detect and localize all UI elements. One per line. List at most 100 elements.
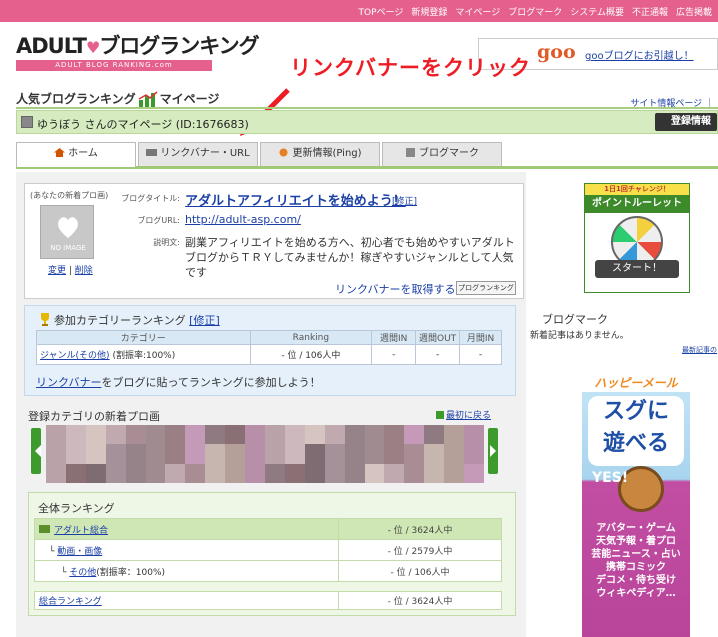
nav-register[interactable]: 新規登録 [411,5,447,18]
blog-title-edit-link[interactable]: [修正] [392,194,417,207]
blog-thumbnail[interactable] [264,425,285,445]
blog-thumbnail[interactable] [424,463,445,483]
nav-report[interactable]: 不正通報 [632,5,668,18]
blog-thumbnail[interactable] [105,444,126,464]
goo-move-link[interactable]: gooブログにお引越し！ [585,47,694,62]
tab-ping[interactable]: 更新情報(Ping) [260,142,380,166]
blog-thumbnail[interactable] [145,444,166,464]
blog-thumbnail[interactable] [85,463,106,483]
blog-thumbnail[interactable] [284,463,305,483]
blog-thumbnail[interactable] [324,463,345,483]
image-change-link[interactable]: 変更 [48,266,66,276]
blog-thumbnail[interactable] [444,463,465,483]
blog-thumbnail[interactable] [85,444,106,464]
blog-thumbnail[interactable] [46,444,66,464]
category-link[interactable]: ジャンル(その他) [40,351,110,361]
blog-thumbnail[interactable] [284,444,305,464]
other-link[interactable]: その他 [69,568,96,578]
nav-ads[interactable]: 広告掲載 [676,5,712,18]
blog-thumbnail[interactable] [125,444,146,464]
blog-thumbnail[interactable] [85,425,106,445]
site-logo[interactable]: ADULT♥ブログランキング ADULT BLOG RANKING.com [16,34,260,72]
point-roulette-banner[interactable]: 1日1回チャレンジ！ ポイントルーレット スタート！ [584,183,690,293]
blog-thumbnail[interactable] [324,444,345,464]
blog-thumbnail[interactable] [464,463,484,483]
blog-thumbnail[interactable] [245,463,265,483]
strip-next-button[interactable] [488,428,498,474]
blog-thumbnail[interactable] [205,444,226,464]
blog-thumbnail[interactable] [384,425,405,445]
roulette-start-button[interactable]: スタート！ [595,260,679,278]
register-info-button[interactable]: 登録情報 [655,113,717,131]
blog-thumbnail[interactable] [344,425,365,445]
blog-thumbnail[interactable] [364,463,385,483]
blog-title-link[interactable]: アダルトアフィリエイトを始めよう！ [185,190,406,209]
blog-thumbnail[interactable] [404,463,425,483]
blogmark-more-link[interactable]: 最新記事の [682,345,717,355]
blog-thumbnail[interactable] [65,444,86,464]
blog-thumbnail[interactable] [105,425,126,445]
blog-thumbnail[interactable] [225,425,246,445]
blog-thumbnail[interactable] [264,463,285,483]
blog-thumbnail[interactable] [46,463,66,483]
blog-thumbnail[interactable] [65,425,86,445]
blog-thumbnail[interactable] [145,463,166,483]
get-banner-link[interactable]: リンクバナーを取得する [335,281,455,297]
blog-url-link[interactable]: http://adult-asp.com/ [185,213,301,226]
blog-thumbnail[interactable] [145,425,166,445]
blog-thumbnail[interactable] [264,444,285,464]
nav-blogmark[interactable]: ブログマーク [508,5,562,18]
link-banner-link[interactable]: リンクバナー [36,376,101,389]
blog-thumbnail[interactable] [364,425,385,445]
blog-thumbnail[interactable] [384,463,405,483]
blog-thumbnail[interactable] [205,425,226,445]
blog-thumbnail[interactable] [384,444,405,464]
blog-thumbnail[interactable] [444,425,465,445]
blog-thumbnail[interactable] [304,463,325,483]
blog-thumbnail[interactable] [46,425,66,445]
blog-thumbnail[interactable] [404,444,425,464]
blog-thumbnail[interactable] [165,444,186,464]
blog-thumbnail[interactable] [125,425,146,445]
nav-mypage[interactable]: マイページ [455,5,500,18]
blog-thumbnail[interactable] [344,444,365,464]
nav-top[interactable]: TOPページ [359,5,404,18]
blog-thumbnail[interactable] [344,463,365,483]
happymail-ad[interactable]: ハッピーメール スグに 遊べる YES! アバター・ゲーム 天気予報・着プロ 芸能… [582,374,690,637]
total-ranking-link[interactable]: 総合ランキング [39,597,102,607]
blog-thumbnail[interactable] [404,425,425,445]
category-edit-link[interactable]: [修正] [189,314,220,327]
tab-link-banner[interactable]: リンクバナー・URL [138,142,258,166]
blog-thumbnail[interactable] [304,425,325,445]
back-to-first[interactable]: 最初に戻る [436,408,491,421]
blog-thumbnail[interactable] [245,444,265,464]
blog-thumbnail[interactable] [464,425,484,445]
blog-thumbnail[interactable] [424,425,445,445]
image-delete-link[interactable]: 削除 [75,266,93,276]
blog-thumbnail[interactable] [65,463,86,483]
blog-thumbnail[interactable] [165,463,186,483]
video-image-link[interactable]: 動画・画像 [57,547,102,557]
blog-thumbnail[interactable] [464,444,484,464]
blog-thumbnail[interactable] [304,444,325,464]
ranking-banner-button[interactable]: プログランキング [456,281,516,295]
blog-thumbnail[interactable] [165,425,186,445]
blog-thumbnail[interactable] [324,425,345,445]
blog-thumbnail[interactable] [444,444,465,464]
blog-thumbnail[interactable] [225,463,246,483]
blog-thumbnail[interactable] [225,444,246,464]
blog-thumbnail[interactable] [245,425,265,445]
blog-thumbnail[interactable] [364,444,385,464]
blog-thumbnail[interactable] [424,444,445,464]
blog-thumbnail[interactable] [185,425,206,445]
blog-thumbnail[interactable] [185,444,206,464]
blog-thumbnail[interactable] [125,463,146,483]
tab-blogmark[interactable]: ブログマーク [382,142,502,166]
blog-thumbnail[interactable] [185,463,206,483]
adult-total-link[interactable]: アダルト総合 [54,526,108,536]
strip-prev-button[interactable] [31,428,41,474]
blog-thumbnail[interactable] [105,463,126,483]
nav-system[interactable]: システム概要 [570,5,624,18]
blog-thumbnail[interactable] [284,425,305,445]
blog-thumbnail[interactable] [205,463,226,483]
